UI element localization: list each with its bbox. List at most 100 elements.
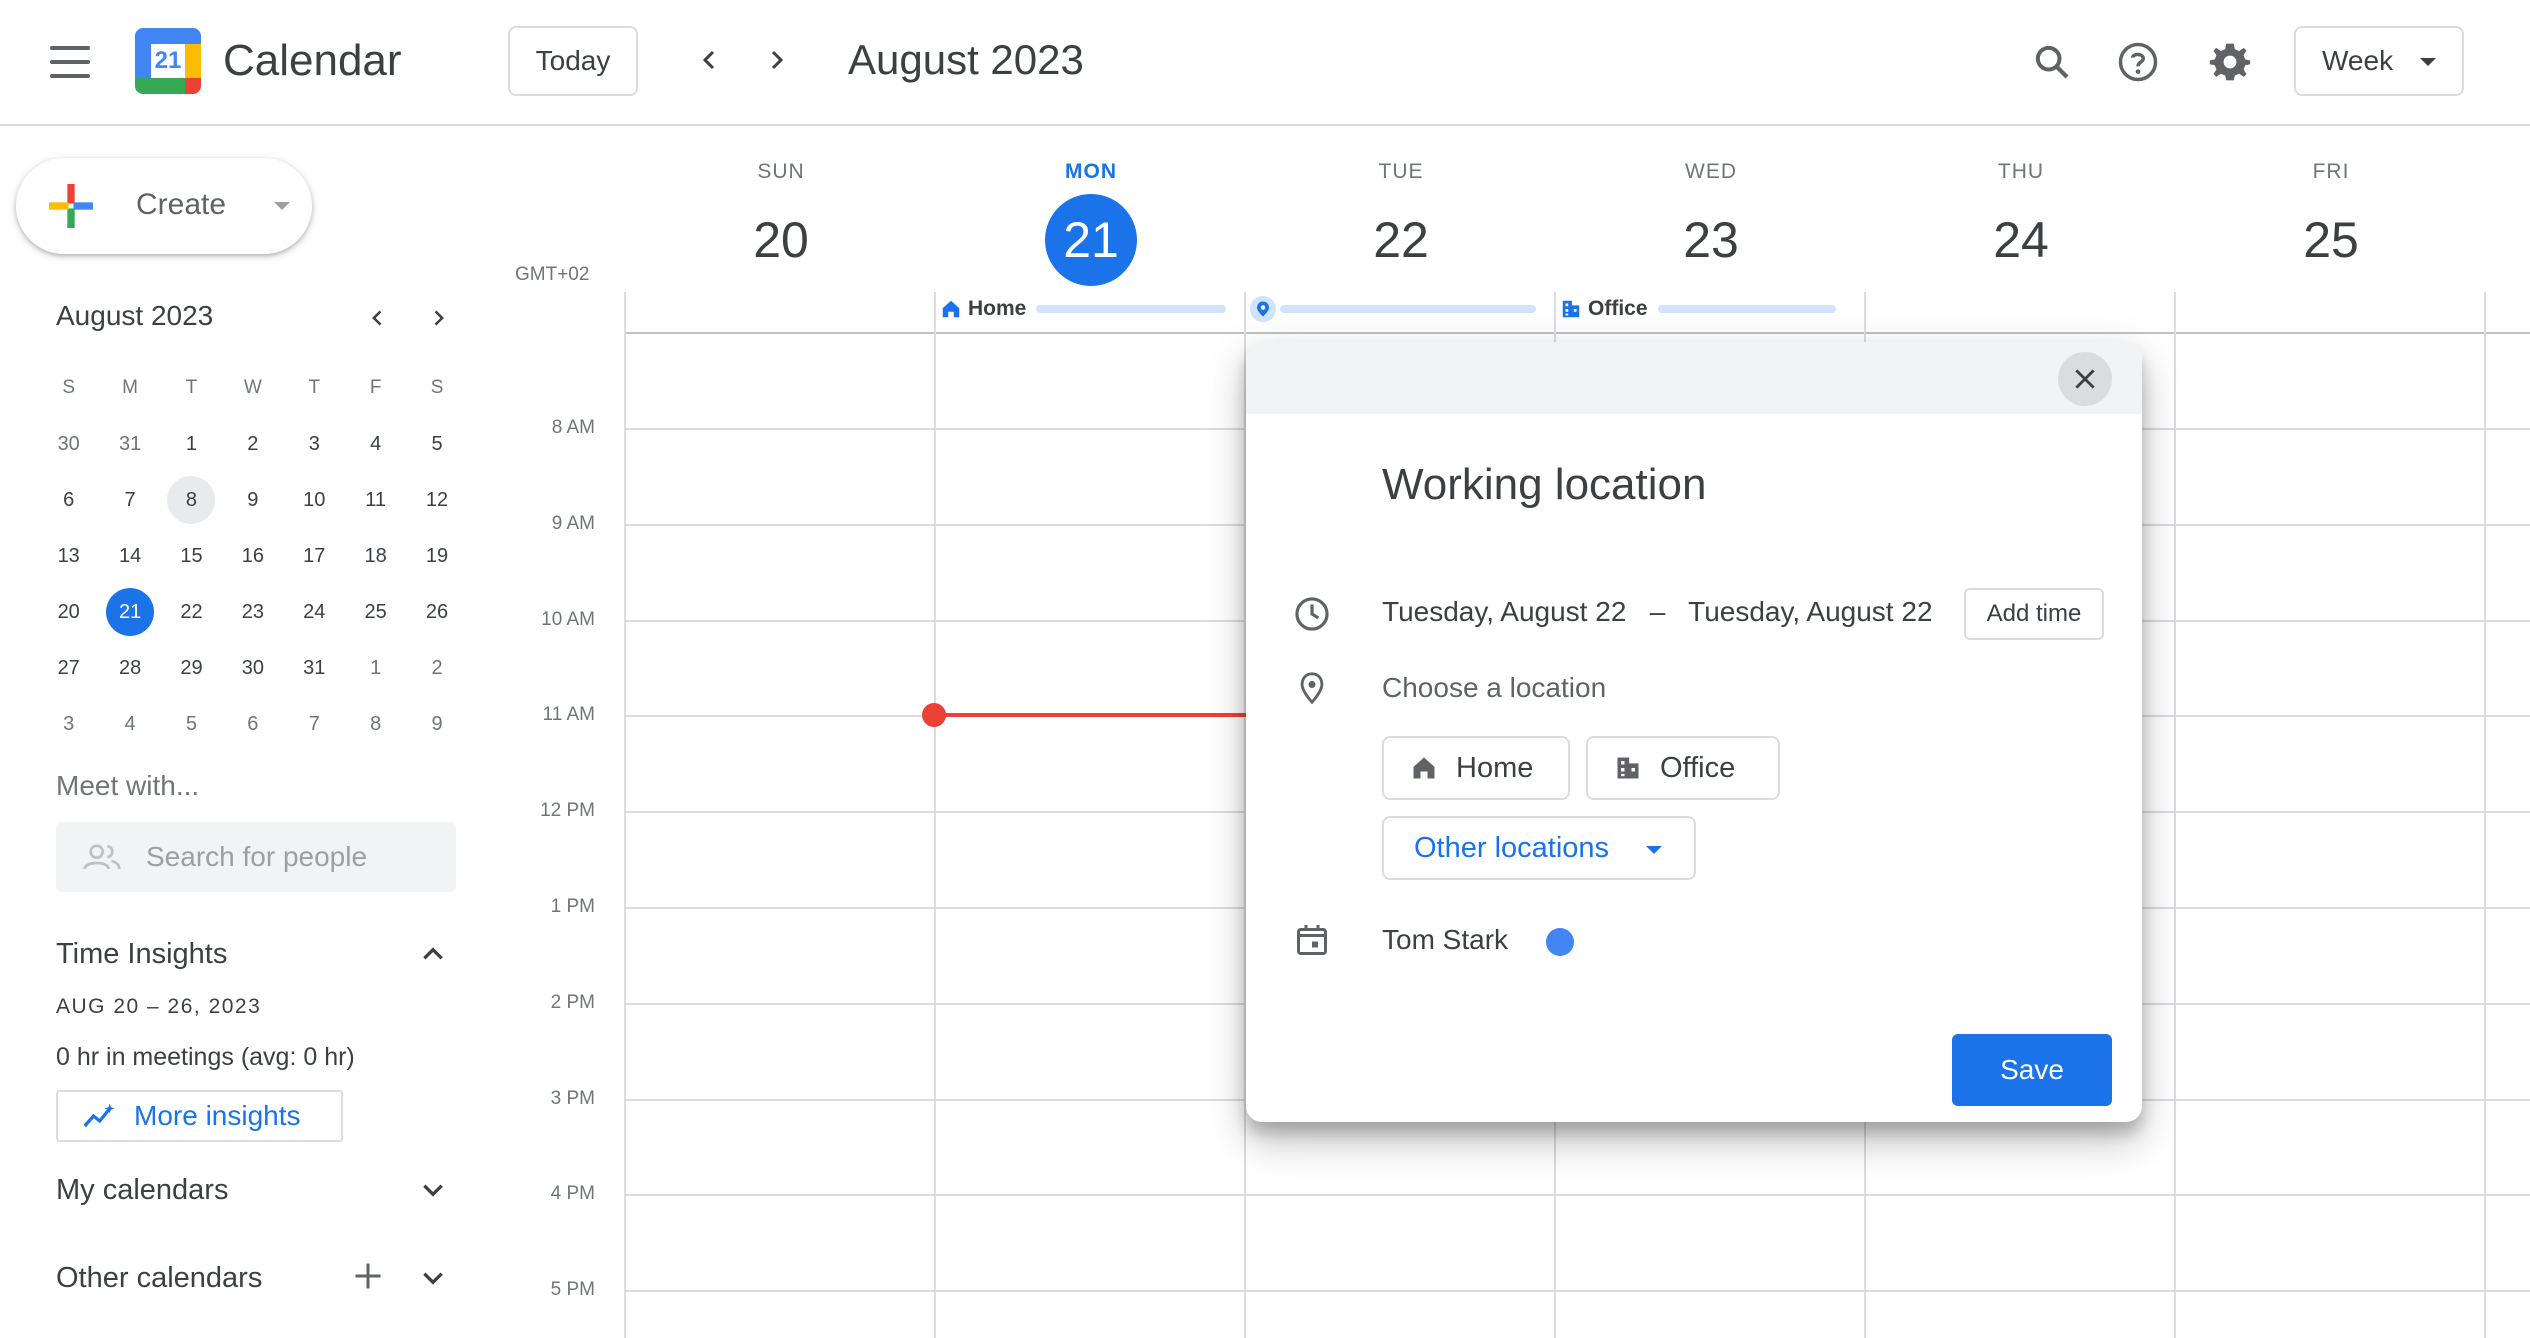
mini-calendar-day[interactable]: 2 <box>406 640 467 696</box>
today-button[interactable]: Today <box>508 26 638 96</box>
mini-calendar-day[interactable]: 24 <box>284 584 345 640</box>
mini-calendar-day[interactable]: 4 <box>99 696 160 752</box>
mini-calendar-day[interactable]: 7 <box>284 696 345 752</box>
search-button[interactable] <box>2026 36 2078 88</box>
day-number[interactable]: 22 <box>1355 194 1447 286</box>
day-header-mon[interactable]: MON 21 <box>936 160 1246 286</box>
timezone-label: GMT+02 <box>515 264 590 285</box>
mini-calendar-day[interactable]: 3 <box>284 416 345 472</box>
day-header-fri[interactable]: FRI 25 <box>2176 160 2486 286</box>
save-button[interactable]: Save <box>1952 1034 2112 1106</box>
day-number[interactable]: 21 <box>1045 194 1137 286</box>
chevron-down-icon <box>423 1184 443 1197</box>
hour-label: 3 PM <box>550 1088 595 1109</box>
date-range[interactable]: Tuesday, August 22 – Tuesday, August 22 <box>1382 596 1933 628</box>
mini-calendar-prev-button[interactable] <box>360 300 396 336</box>
mini-calendar-day[interactable]: 5 <box>406 416 467 472</box>
insights-icon <box>83 1103 115 1128</box>
calendar-color-dot[interactable] <box>1546 928 1574 956</box>
add-time-button[interactable]: Add time <box>1964 588 2104 640</box>
mini-calendar-day[interactable]: 5 <box>161 696 222 752</box>
day-number[interactable]: 24 <box>1975 194 2067 286</box>
day-header-wed[interactable]: WED 23 <box>1556 160 1866 286</box>
chevron-right-icon <box>771 50 784 70</box>
mini-calendar-day[interactable]: 13 <box>38 528 99 584</box>
my-calendars-title[interactable]: My calendars <box>56 1174 228 1207</box>
mini-calendar-day[interactable]: 30 <box>222 640 283 696</box>
time-insights-collapse-button[interactable] <box>415 936 451 972</box>
next-week-button[interactable] <box>756 40 796 80</box>
mini-calendar-day[interactable]: 1 <box>161 416 222 472</box>
mini-calendar-day[interactable]: 6 <box>38 472 99 528</box>
mini-calendar-day[interactable]: 6 <box>222 696 283 752</box>
previous-week-button[interactable] <box>690 40 730 80</box>
office-location-chip[interactable]: Office <box>1586 736 1780 800</box>
mini-calendar-day[interactable]: 19 <box>406 528 467 584</box>
mini-calendar-day[interactable]: 4 <box>345 416 406 472</box>
mini-calendar-day[interactable]: 20 <box>38 584 99 640</box>
mini-calendar-day[interactable]: 8 <box>345 696 406 752</box>
mini-calendar-day-number: 27 <box>57 656 80 679</box>
working-location-chip-wed[interactable]: Office <box>1560 296 1836 322</box>
mini-calendar-day[interactable]: 18 <box>345 528 406 584</box>
calendar-owner-name[interactable]: Tom Stark <box>1382 924 1508 956</box>
day-header-thu[interactable]: THU 24 <box>1866 160 2176 286</box>
mini-calendar-day[interactable]: 14 <box>99 528 160 584</box>
mini-calendar-day[interactable]: 8 <box>161 472 222 528</box>
mini-calendar-day[interactable]: 9 <box>406 696 467 752</box>
dialog-drag-handle[interactable] <box>1246 342 2142 414</box>
view-switcher-dropdown[interactable]: Week <box>2294 26 2464 96</box>
column-divider <box>934 292 936 1338</box>
other-calendars-expand-button[interactable] <box>415 1260 451 1296</box>
day-header-tue[interactable]: TUE 22 <box>1246 160 1556 286</box>
day-number[interactable]: 25 <box>2285 194 2377 286</box>
mini-calendar-day[interactable]: 21 <box>99 584 160 640</box>
mini-calendar-day[interactable]: 15 <box>161 528 222 584</box>
mini-calendar-next-button[interactable] <box>420 300 456 336</box>
mini-calendar-day[interactable]: 1 <box>345 640 406 696</box>
day-number[interactable]: 20 <box>735 194 827 286</box>
mini-calendar-day[interactable]: 3 <box>38 696 99 752</box>
mini-calendar-day[interactable]: 23 <box>222 584 283 640</box>
mini-calendar-day[interactable]: 26 <box>406 584 467 640</box>
day-number[interactable]: 23 <box>1665 194 1757 286</box>
mini-calendar-day[interactable]: 30 <box>38 416 99 472</box>
mini-calendar-week-row: 20 21 22 23 24 25 26 <box>38 584 478 640</box>
mini-calendar-day[interactable]: 31 <box>99 416 160 472</box>
hour-label: 12 PM <box>540 800 595 821</box>
main-menu-icon[interactable] <box>50 46 90 78</box>
more-insights-button[interactable]: More insights <box>56 1090 343 1142</box>
settings-button[interactable] <box>2204 36 2256 88</box>
office-building-icon <box>1562 300 1580 318</box>
mini-calendar-day-number: 30 <box>241 656 264 679</box>
day-header-sun[interactable]: SUN 20 <box>626 160 936 286</box>
mini-calendar-day[interactable]: 7 <box>99 472 160 528</box>
mini-calendar-day[interactable]: 12 <box>406 472 467 528</box>
search-people-input[interactable] <box>146 841 446 873</box>
other-calendars-title[interactable]: Other calendars <box>56 1262 262 1295</box>
other-locations-dropdown[interactable]: Other locations <box>1382 816 1696 880</box>
add-other-calendar-button[interactable] <box>350 1258 386 1294</box>
close-dialog-button[interactable] <box>2058 352 2112 406</box>
mini-calendar-day[interactable]: 29 <box>161 640 222 696</box>
mini-calendar-day[interactable]: 17 <box>284 528 345 584</box>
create-button[interactable]: Create <box>16 158 312 254</box>
mini-calendar-day[interactable]: 2 <box>222 416 283 472</box>
help-button[interactable] <box>2112 36 2164 88</box>
working-location-chip-mon[interactable]: Home <box>940 296 1227 322</box>
mini-calendar-day[interactable]: 28 <box>99 640 160 696</box>
working-location-chip-tue[interactable] <box>1250 296 1536 322</box>
mini-calendar-day-number: 28 <box>118 656 142 679</box>
mini-calendar-day[interactable]: 10 <box>284 472 345 528</box>
home-location-chip[interactable]: Home <box>1382 736 1570 800</box>
mini-calendar-day[interactable]: 22 <box>161 584 222 640</box>
caret-down-icon <box>1646 846 1662 854</box>
mini-calendar-day[interactable]: 31 <box>284 640 345 696</box>
mini-calendar-day[interactable]: 27 <box>38 640 99 696</box>
mini-calendar-day[interactable]: 11 <box>345 472 406 528</box>
my-calendars-expand-button[interactable] <box>415 1172 451 1208</box>
search-people-box[interactable] <box>56 822 456 892</box>
mini-calendar-day[interactable]: 9 <box>222 472 283 528</box>
mini-calendar-day[interactable]: 25 <box>345 584 406 640</box>
mini-calendar-day[interactable]: 16 <box>222 528 283 584</box>
